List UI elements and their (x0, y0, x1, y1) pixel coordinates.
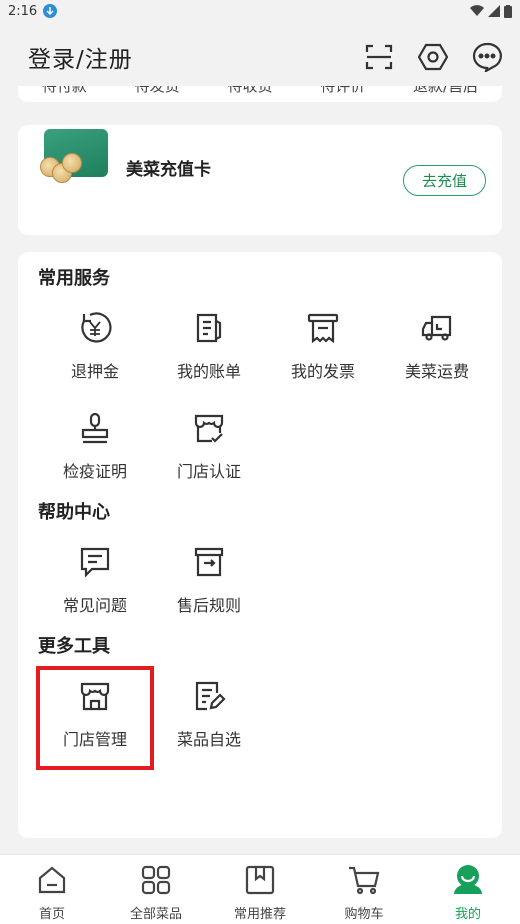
shipping-fee-label: 美菜运费 (404, 362, 469, 381)
battery-icon (504, 4, 512, 18)
nav-mine[interactable]: 我的 (416, 855, 520, 924)
profile-icon (451, 863, 485, 897)
settings-icon[interactable] (418, 42, 448, 72)
home-icon (35, 863, 69, 897)
nav-home-label: 首页 (38, 907, 65, 922)
recharge-card-image (40, 129, 110, 213)
bookmark-icon (243, 863, 277, 897)
refund-deposit-item[interactable]: 退押金 (38, 300, 152, 400)
truck-icon (419, 310, 455, 346)
my-invoice-label: 我的发票 (290, 362, 355, 381)
scan-icon[interactable] (364, 42, 394, 72)
order-status-strip: 待付款 待发货 待收货 待评价 退款/售后 (18, 86, 502, 102)
services-card: 常用服务 退押金 我的账单 我的发票 美菜运费 检疫证明 门店认证 帮助中心 常… (18, 252, 502, 838)
order-pending-shipment[interactable]: 待发货 (135, 86, 180, 96)
nav-cart[interactable]: 购物车 (312, 855, 416, 924)
cart-icon (347, 863, 381, 897)
quarantine-cert-label: 检疫证明 (62, 462, 127, 481)
store-icon (77, 678, 113, 714)
nav-home[interactable]: 首页 (0, 855, 104, 924)
store-management-label: 门店管理 (62, 730, 127, 749)
nav-all-dishes[interactable]: 全部菜品 (104, 855, 208, 924)
my-bill-item[interactable]: 我的账单 (152, 300, 266, 400)
my-invoice-item[interactable]: 我的发票 (266, 300, 380, 400)
faq-icon (77, 544, 113, 580)
status-icons (470, 4, 512, 18)
invoice-icon (305, 310, 341, 346)
my-bill-label: 我的账单 (176, 362, 241, 381)
refund-deposit-icon (77, 310, 113, 346)
order-pending-payment[interactable]: 待付款 (42, 86, 87, 96)
more-tools-title: 更多工具 (38, 636, 110, 657)
store-verify-icon (191, 410, 227, 446)
nav-recommend-label: 常用推荐 (233, 907, 286, 922)
shipping-fee-item[interactable]: 美菜运费 (380, 300, 494, 400)
header: 登录/注册 (0, 22, 520, 92)
signal-icon (488, 5, 500, 17)
order-refund[interactable]: 退款/售后 (413, 86, 478, 96)
bottom-nav: 首页 全部菜品 常用推荐 购物车 我的 (0, 854, 520, 924)
bill-icon (191, 310, 227, 346)
grid-icon (139, 863, 173, 897)
status-bar: 2:16 (0, 0, 520, 22)
nav-mine-label: 我的 (454, 907, 481, 922)
order-pending-receipt[interactable]: 待收货 (227, 86, 272, 96)
dish-selection-label: 菜品自选 (176, 730, 241, 749)
after-sales-rules-label: 售后规则 (176, 596, 241, 615)
faq-item[interactable]: 常见问题 (38, 534, 152, 634)
stamp-icon (77, 410, 113, 446)
store-verify-label: 门店认证 (176, 462, 241, 481)
message-icon[interactable] (472, 42, 502, 72)
recharge-card: 美菜充值卡 去充值 (18, 125, 502, 235)
nav-cart-label: 购物车 (344, 907, 384, 922)
common-services-title: 常用服务 (38, 268, 110, 289)
nav-all-dishes-label: 全部菜品 (129, 907, 182, 922)
after-sales-rules-item[interactable]: 售后规则 (152, 534, 266, 634)
edit-list-icon (191, 678, 227, 714)
refund-deposit-label: 退押金 (70, 362, 119, 381)
login-register-link[interactable]: 登录/注册 (28, 40, 133, 74)
nav-recommend[interactable]: 常用推荐 (208, 855, 312, 924)
download-icon (43, 4, 58, 18)
wifi-icon (470, 5, 484, 17)
store-verify-item[interactable]: 门店认证 (152, 400, 266, 500)
order-pending-review[interactable]: 待评价 (320, 86, 365, 96)
dish-selection-item[interactable]: 菜品自选 (152, 668, 266, 768)
help-center-title: 帮助中心 (38, 502, 110, 523)
status-time: 2:16 (8, 3, 38, 19)
store-management-item[interactable]: 门店管理 (36, 666, 154, 770)
after-sales-icon (191, 544, 227, 580)
recharge-button[interactable]: 去充值 (402, 164, 486, 196)
recharge-card-title: 美菜充值卡 (126, 160, 211, 180)
faq-label: 常见问题 (62, 596, 127, 615)
quarantine-cert-item[interactable]: 检疫证明 (38, 400, 152, 500)
